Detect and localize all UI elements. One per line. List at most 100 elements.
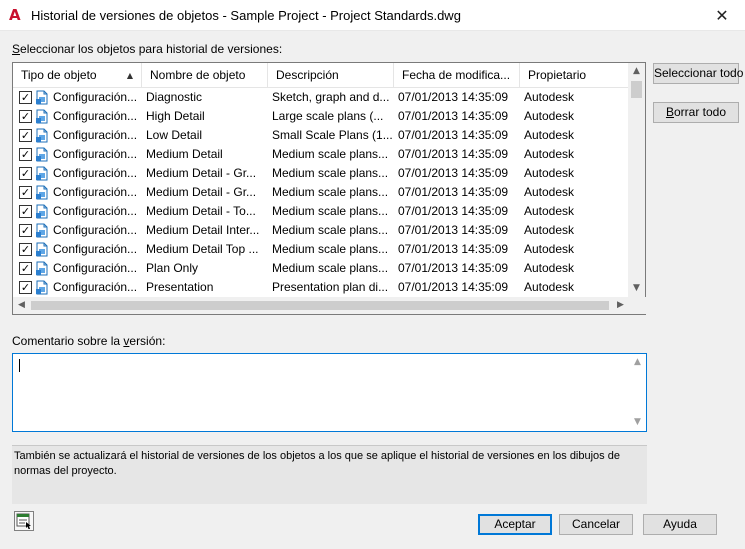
accept-button[interactable]: Aceptar bbox=[478, 514, 552, 535]
row-checkbox[interactable]: ✓ bbox=[19, 167, 32, 180]
row-owner: Autodesk bbox=[524, 185, 575, 199]
cell-type: ✓ Configuración... bbox=[19, 88, 143, 107]
display-configuration-icon bbox=[35, 242, 50, 257]
display-configuration-icon bbox=[35, 147, 50, 162]
cell-type: ✓ Configuración... bbox=[19, 145, 143, 164]
row-checkbox[interactable]: ✓ bbox=[19, 205, 32, 218]
comment-scroll-down-icon[interactable]: ▼ bbox=[629, 414, 646, 431]
autodesk-a-icon: A bbox=[9, 6, 21, 24]
table-row[interactable]: ✓ Configuración... Medium Detail Medium sca… bbox=[13, 145, 629, 164]
row-description: Medium scale plans... bbox=[272, 185, 389, 199]
comment-label-text: Comentario sobre la bbox=[12, 334, 124, 348]
row-checkbox[interactable]: ✓ bbox=[19, 186, 32, 199]
row-checkbox[interactable]: ✓ bbox=[19, 110, 32, 123]
row-checkbox[interactable]: ✓ bbox=[19, 262, 32, 275]
row-owner: Autodesk bbox=[524, 223, 575, 237]
row-checkbox[interactable]: ✓ bbox=[19, 281, 32, 294]
comment-textarea[interactable]: ▲ ▼ bbox=[12, 353, 647, 432]
row-owner: Autodesk bbox=[524, 166, 575, 180]
list-header: Tipo de objeto ▲ Nombre de objeto Descrip… bbox=[13, 63, 629, 88]
row-type: Configuración... bbox=[53, 242, 138, 256]
column-header-type-label: Tipo de objeto bbox=[21, 68, 97, 82]
vertical-scrollbar[interactable]: ▲ ▼ bbox=[628, 63, 645, 297]
row-type: Configuración... bbox=[53, 128, 138, 142]
row-name: Presentation bbox=[146, 280, 214, 294]
standards-icon bbox=[16, 513, 31, 529]
row-date: 07/01/2013 14:35:09 bbox=[398, 147, 509, 161]
close-button[interactable]: ✕ bbox=[699, 0, 745, 31]
row-checkbox[interactable]: ✓ bbox=[19, 243, 32, 256]
cell-type: ✓ Configuración... bbox=[19, 202, 143, 221]
objects-list[interactable]: Tipo de objeto ▲ Nombre de objeto Descrip… bbox=[12, 62, 647, 315]
cell-type: ✓ Configuración... bbox=[19, 259, 143, 278]
scroll-down-icon[interactable]: ▼ bbox=[628, 280, 645, 297]
row-date: 07/01/2013 14:35:09 bbox=[398, 109, 509, 123]
table-row[interactable]: ✓ Configuración... Low Detail Small Scale P… bbox=[13, 126, 629, 145]
row-date: 07/01/2013 14:35:09 bbox=[398, 261, 509, 275]
comment-scrollbar[interactable]: ▲ ▼ bbox=[629, 354, 646, 431]
title-bar: A Historial de versiones de objetos - Sa… bbox=[0, 0, 745, 31]
row-type: Configuración... bbox=[53, 204, 138, 218]
help-button[interactable]: Ayuda bbox=[643, 514, 717, 535]
table-row[interactable]: ✓ Configuración... High Detail Large scale … bbox=[13, 107, 629, 126]
scroll-left-icon[interactable]: ◀ bbox=[13, 297, 30, 314]
standards-info-button[interactable] bbox=[14, 511, 34, 531]
row-name: Plan Only bbox=[146, 261, 199, 275]
row-date: 07/01/2013 14:35:09 bbox=[398, 128, 509, 142]
table-row[interactable]: ✓ Configuración... Plan Only Medium scale p… bbox=[13, 259, 629, 278]
table-row[interactable]: ✓ Configuración... Medium Detail - To... Me… bbox=[13, 202, 629, 221]
table-row[interactable]: ✓ Configuración... Medium Detail - Gr... Me… bbox=[13, 164, 629, 183]
comment-label: Comentario sobre la versión: bbox=[12, 334, 165, 348]
row-name: Medium Detail Inter... bbox=[146, 223, 260, 237]
row-owner: Autodesk bbox=[524, 261, 575, 275]
row-owner: Autodesk bbox=[524, 128, 575, 142]
cell-type: ✓ Configuración... bbox=[19, 183, 143, 202]
table-row[interactable]: ✓ Configuración... Presentation Presentatio… bbox=[13, 278, 629, 297]
cell-type: ✓ Configuración... bbox=[19, 126, 143, 145]
row-type: Configuración... bbox=[53, 280, 138, 294]
table-row[interactable]: ✓ Configuración... Medium Detail Top ... Me… bbox=[13, 240, 629, 259]
table-row[interactable]: ✓ Configuración... Diagnostic Sketch, graph… bbox=[13, 88, 629, 107]
row-description: Sketch, graph and d... bbox=[272, 90, 390, 104]
cell-type: ✓ Configuración... bbox=[19, 240, 143, 259]
info-note: También se actualizará el historial de v… bbox=[12, 445, 647, 504]
row-date: 07/01/2013 14:35:09 bbox=[398, 204, 509, 218]
select-all-button[interactable]: Seleccionar todo bbox=[653, 63, 743, 84]
table-row[interactable]: ✓ Configuración... Medium Detail - Gr... Me… bbox=[13, 183, 629, 202]
vertical-scroll-thumb[interactable] bbox=[631, 81, 642, 98]
horizontal-scrollbar[interactable]: ◀ ▶ bbox=[13, 297, 647, 314]
row-name: Medium Detail bbox=[146, 147, 223, 161]
row-name: High Detail bbox=[146, 109, 205, 123]
row-checkbox[interactable]: ✓ bbox=[19, 129, 32, 142]
display-configuration-icon bbox=[35, 204, 50, 219]
text-caret bbox=[19, 359, 20, 372]
sort-ascending-icon: ▲ bbox=[126, 71, 133, 80]
column-header-description[interactable]: Descripción bbox=[268, 63, 394, 88]
display-configuration-icon bbox=[35, 128, 50, 143]
row-description: Large scale plans (... bbox=[272, 109, 384, 123]
cancel-button[interactable]: Cancelar bbox=[559, 514, 633, 535]
row-type: Configuración... bbox=[53, 185, 138, 199]
table-row[interactable]: ✓ Configuración... Medium Detail Inter... M… bbox=[13, 221, 629, 240]
row-checkbox[interactable]: ✓ bbox=[19, 148, 32, 161]
row-description: Medium scale plans... bbox=[272, 261, 389, 275]
list-rows: ✓ Configuración... Diagnostic Sketch, graph… bbox=[13, 88, 629, 297]
scroll-right-icon[interactable]: ▶ bbox=[612, 297, 629, 314]
column-header-date[interactable]: Fecha de modifica... bbox=[394, 63, 520, 88]
row-type: Configuración... bbox=[53, 147, 138, 161]
cell-type: ✓ Configuración... bbox=[19, 164, 143, 183]
comment-scroll-up-icon[interactable]: ▲ bbox=[629, 354, 646, 371]
column-header-type[interactable]: Tipo de objeto ▲ bbox=[13, 63, 142, 88]
row-owner: Autodesk bbox=[524, 204, 575, 218]
row-checkbox[interactable]: ✓ bbox=[19, 224, 32, 237]
row-description: Medium scale plans... bbox=[272, 204, 389, 218]
column-header-owner[interactable]: Propietario bbox=[520, 63, 629, 88]
row-name: Medium Detail - Gr... bbox=[146, 185, 257, 199]
clear-all-button[interactable]: Borrar todo bbox=[653, 102, 739, 123]
row-type: Configuración... bbox=[53, 223, 138, 237]
row-checkbox[interactable]: ✓ bbox=[19, 91, 32, 104]
column-header-name[interactable]: Nombre de objeto bbox=[142, 63, 268, 88]
row-description: Medium scale plans... bbox=[272, 242, 389, 256]
horizontal-scroll-thumb[interactable] bbox=[31, 301, 609, 310]
scroll-up-icon[interactable]: ▲ bbox=[628, 63, 645, 80]
